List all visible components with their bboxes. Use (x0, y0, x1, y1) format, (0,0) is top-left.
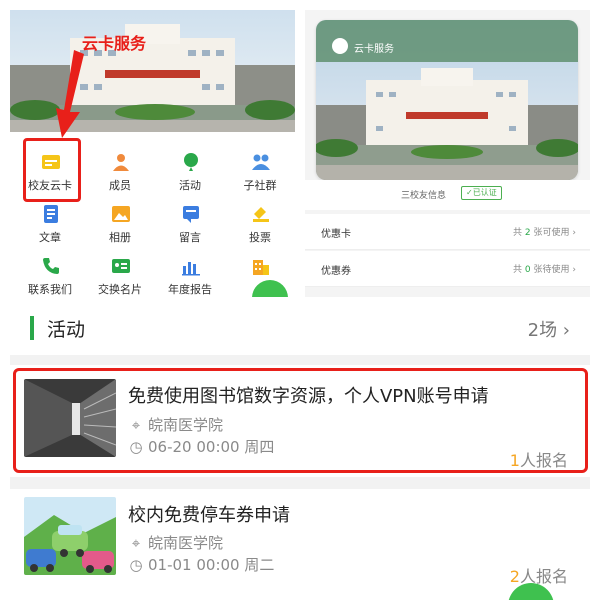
menu-item-label: 交换名片 (98, 283, 142, 296)
menu-item-label: 文章 (39, 231, 61, 244)
row-label: 优惠卡 (321, 229, 351, 240)
activity-item[interactable]: 校内免费停车券申请 ⌖ 皖南医学院 ◷ 01-01 00:00 周二 2人报名 (10, 489, 590, 600)
menu-item-activity[interactable]: 活动 (155, 142, 225, 196)
row-suffix: 张可使用 › (533, 228, 576, 238)
section-title: 活动 (47, 319, 86, 341)
location-pin-icon: ⌖ (131, 534, 141, 552)
row-value: 共 0 张待使用 › (513, 262, 576, 275)
signup-number: 2 (509, 567, 520, 586)
screenshot-collage: 校友云卡 成员 活动 子社群 文章 相册 留言 投票 联系我们 交换名片 年度报… (0, 0, 600, 600)
album-icon (112, 206, 130, 222)
community-home-panel: 校友云卡 成员 活动 子社群 文章 相册 留言 投票 联系我们 交换名片 年度报… (10, 10, 295, 297)
cloud-card-panel: 云卡服务 三校友信息 ✓已认证 优惠卡 共 2 张可使用 › 优惠券 共 0 张… (305, 10, 590, 297)
highlight-box (23, 138, 81, 202)
row-label: 优惠券 (321, 266, 351, 277)
location-text: 皖南医学院 (148, 534, 224, 552)
signup-count: 2人报名 (510, 563, 568, 587)
vote-icon (253, 207, 269, 222)
row-suffix: 张待使用 › (533, 265, 576, 275)
activity-time: ◷ 01-01 00:00 周二 (128, 554, 274, 575)
coupon-card-row[interactable]: 优惠卡 共 2 张可使用 › (305, 214, 590, 250)
menu-item-label: 子社群 (243, 179, 277, 192)
message-icon (183, 206, 199, 223)
annotation-label: 云卡服务 (82, 34, 147, 53)
card-title: 云卡服务 (354, 44, 394, 55)
menu-item-album[interactable]: 相册 (85, 194, 155, 248)
activity-header: 活动 2场 › (10, 305, 590, 355)
members-icon (113, 154, 129, 171)
activity-title: 校内免费停车券申请 (128, 505, 290, 526)
article-icon (44, 205, 58, 223)
menu-item-label: 联系我们 (28, 283, 72, 296)
alumni-cloud-card[interactable]: 云卡服务 (316, 20, 578, 180)
coupon-voucher-row[interactable]: 优惠券 共 0 张待使用 › (305, 251, 590, 287)
verified-badge: ✓已认证 (461, 186, 502, 200)
row-prefix: 共 (513, 228, 523, 238)
building-icon (253, 260, 269, 275)
group-icon (252, 154, 270, 170)
arrow-icon (56, 50, 84, 138)
row-prefix: 共 (513, 265, 523, 275)
namecard-icon (112, 259, 130, 273)
phone-icon (43, 258, 59, 274)
menu-item-subgroup[interactable]: 子社群 (225, 142, 295, 196)
menu-item-label: 活动 (179, 179, 201, 192)
menu-item-label: 成员 (109, 179, 131, 192)
parking-thumbnail (24, 497, 116, 575)
menu-item-contact[interactable]: 联系我们 (15, 246, 85, 297)
verify-row: 三校友信息 ✓已认证 (305, 180, 590, 210)
divider (10, 355, 590, 365)
school-logo-icon (332, 38, 348, 54)
activity-location: ⌖ 皖南医学院 (128, 532, 223, 553)
menu-item-message[interactable]: 留言 (155, 194, 225, 248)
section-accent-bar (30, 316, 34, 340)
time-text: 01-01 00:00 周二 (148, 556, 275, 574)
activity-count-link[interactable]: 2场 › (528, 316, 570, 342)
menu-item-article[interactable]: 文章 (15, 194, 85, 248)
row-count: 2 (524, 228, 531, 238)
report-icon (182, 262, 200, 276)
menu-item-label: 留言 (179, 231, 201, 244)
menu-item-label: 投票 (249, 231, 271, 244)
menu-item-annual-report[interactable]: 年度报告 (155, 246, 225, 297)
balloon-icon (184, 153, 198, 171)
row-value: 共 2 张可使用 › (513, 225, 576, 238)
menu-item-label: 年度报告 (168, 283, 212, 296)
row-count: 0 (524, 265, 531, 275)
divider (10, 477, 590, 489)
menu-item-vote[interactable]: 投票 (225, 194, 295, 248)
menu-item-exchange-card[interactable]: 交换名片 (85, 246, 155, 297)
highlight-box (13, 368, 588, 473)
menu-item-members[interactable]: 成员 (85, 142, 155, 196)
verify-text: 三校友信息 (401, 191, 447, 201)
activity-panel: 活动 2场 › 免费使用图书馆数字资源，个人VPN账号申请 ⌖ 皖南医学院 ◷ 06… (10, 305, 590, 600)
clock-icon: ◷ (129, 556, 143, 574)
menu-item-label: 相册 (109, 231, 131, 244)
